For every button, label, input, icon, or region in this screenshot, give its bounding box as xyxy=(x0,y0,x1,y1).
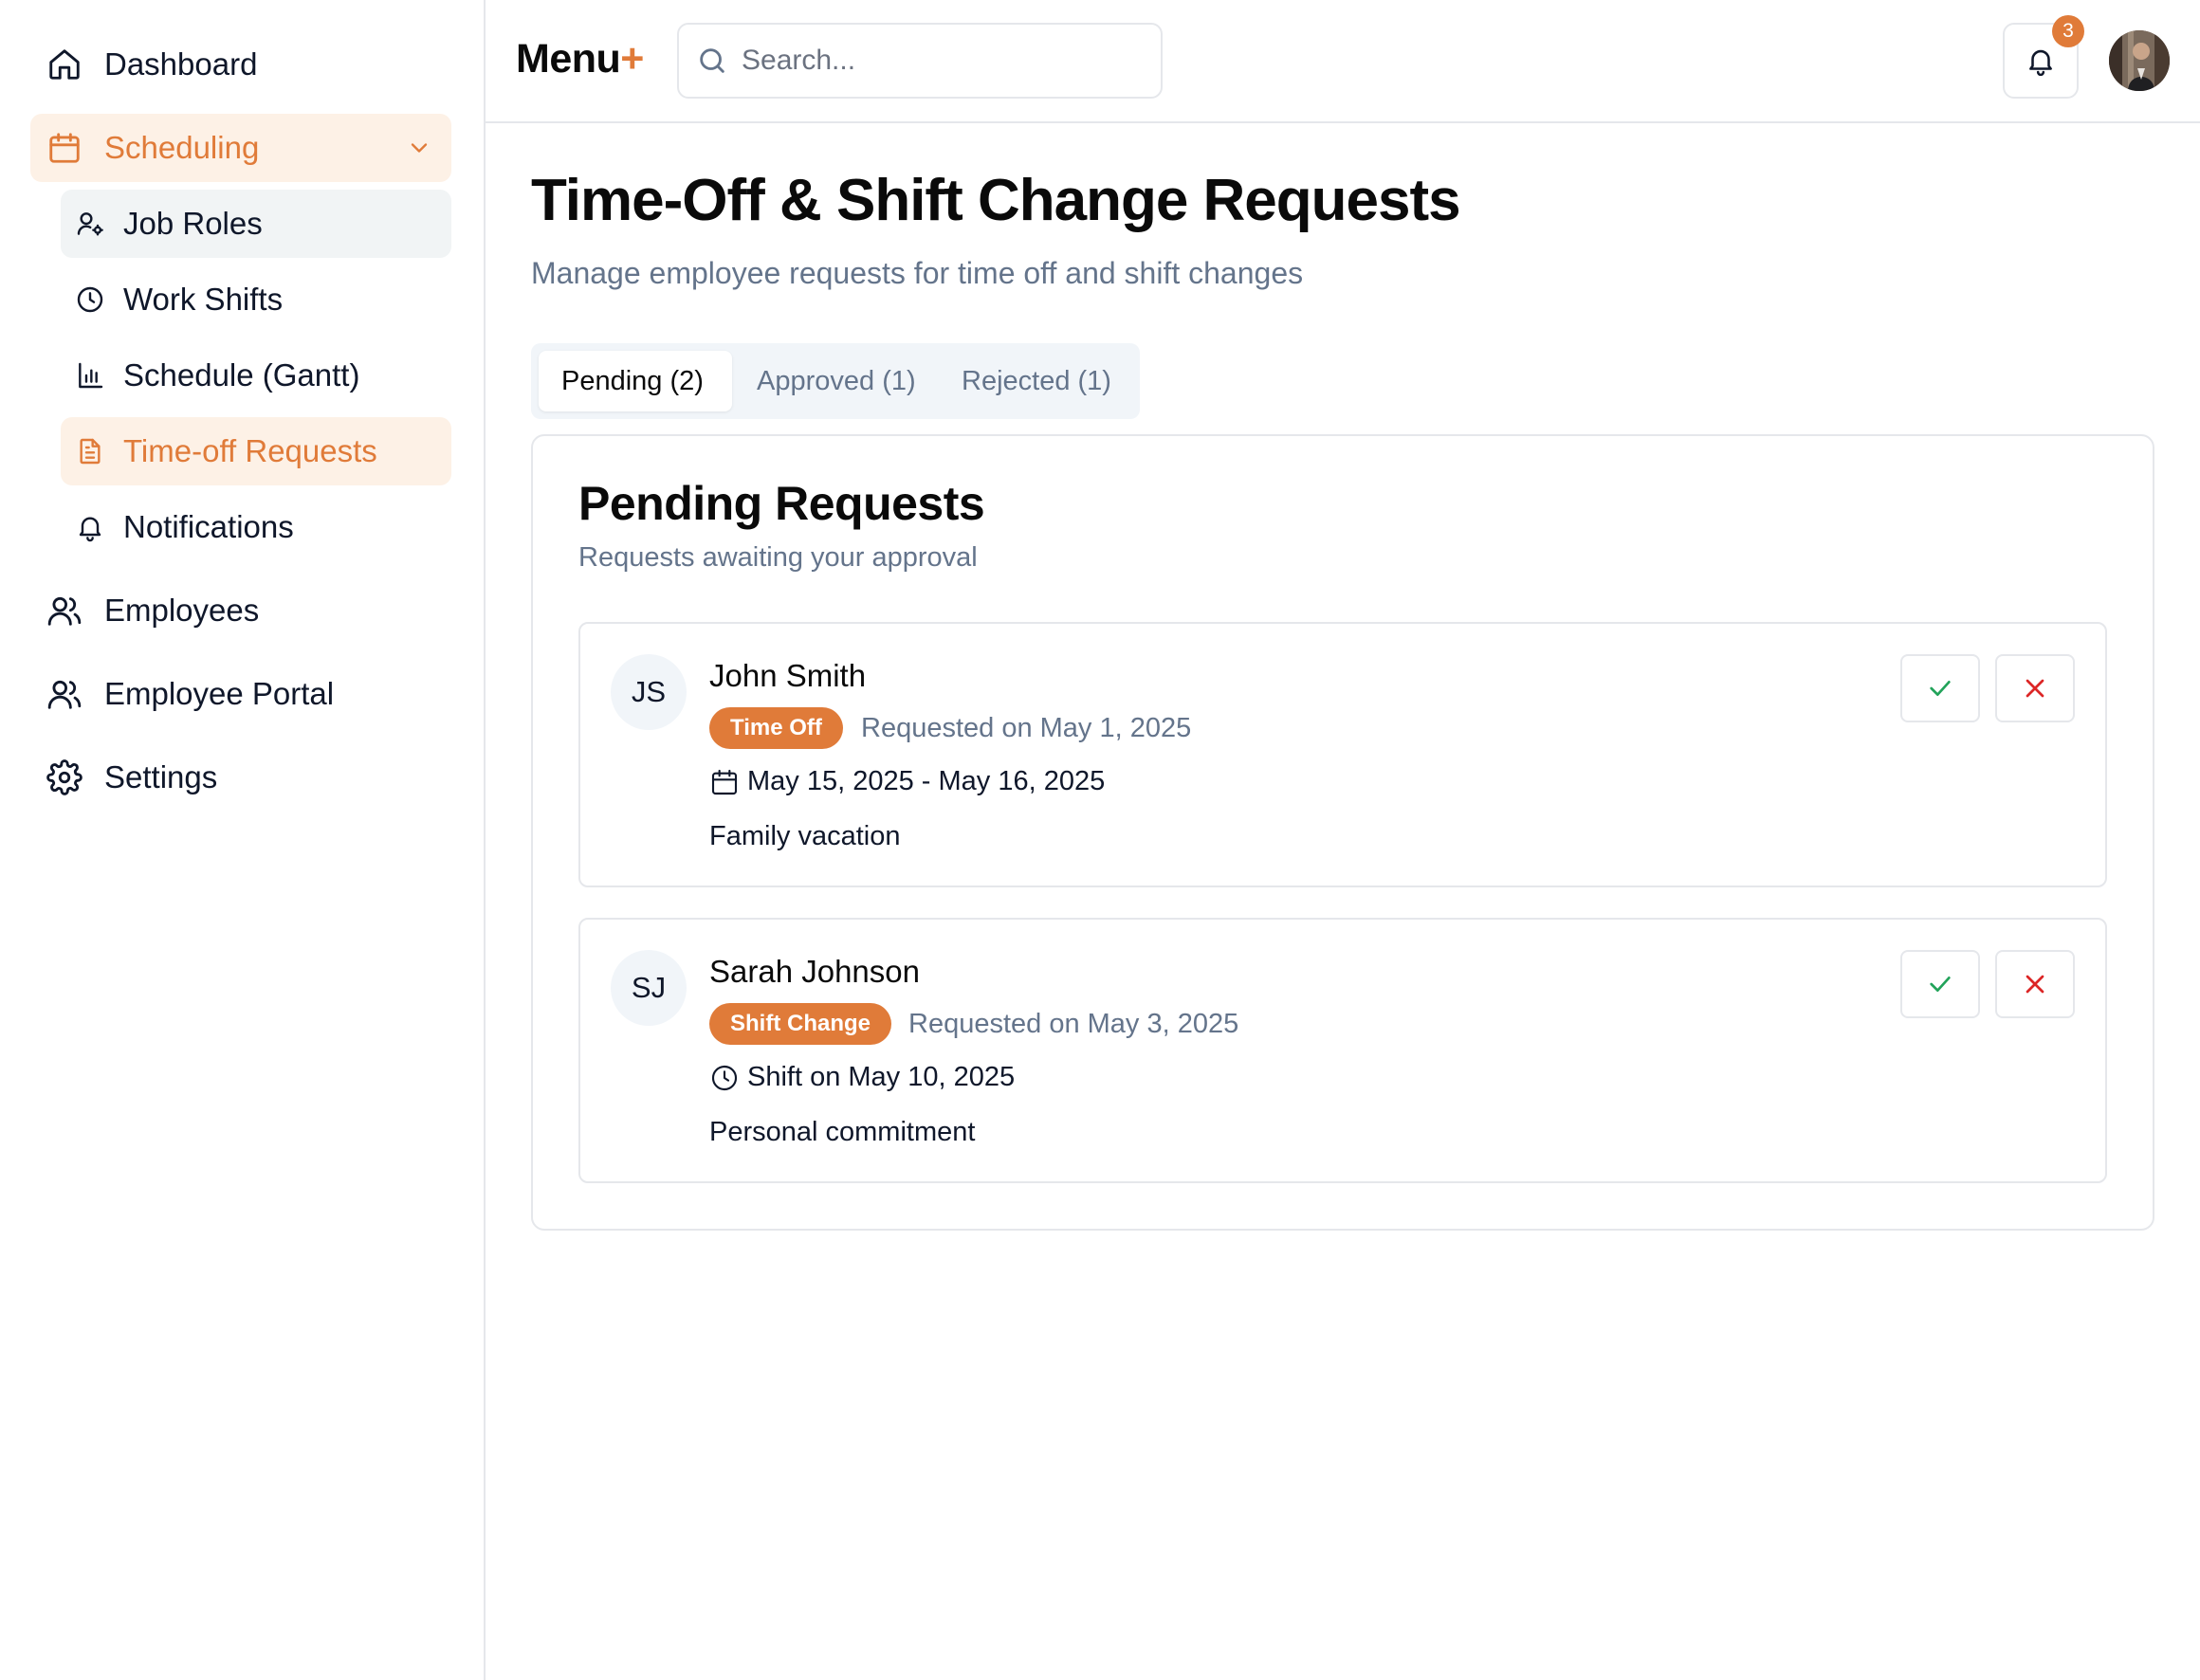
reject-button[interactable] xyxy=(1995,950,2075,1018)
notification-count-badge: 3 xyxy=(2052,15,2084,47)
calendar-icon xyxy=(711,769,738,794)
gear-icon xyxy=(46,758,83,796)
request-reason: Personal commitment xyxy=(709,1117,976,1147)
avatar: SJ xyxy=(611,950,687,1026)
sidebar-item-label: Schedule (Gantt) xyxy=(123,357,360,393)
close-icon xyxy=(2026,679,2044,698)
sidebar-item-employees[interactable]: Employees xyxy=(30,576,451,645)
request-detail: May 15, 2025 - May 16, 2025 xyxy=(709,766,1105,797)
request-date: Requested on May 3, 2025 xyxy=(908,1009,1239,1039)
calendar-icon xyxy=(46,129,83,167)
requester-name: Sarah Johnson xyxy=(709,954,920,989)
sidebar-item-label: Scheduling xyxy=(104,130,260,165)
sidebar-item-scheduling[interactable]: Scheduling xyxy=(30,114,451,182)
sidebar-item-label: Settings xyxy=(104,759,218,794)
bar-chart-icon xyxy=(74,359,106,392)
user-cog-icon xyxy=(74,208,106,240)
request-reason: Family vacation xyxy=(709,821,901,851)
sidebar-item-label: Job Roles xyxy=(123,206,263,241)
tab-approved[interactable]: Approved (1) xyxy=(751,351,916,411)
tab-pending[interactable]: Pending (2) xyxy=(539,351,732,411)
card-title: Pending Requests xyxy=(578,477,985,530)
sidebar-item-label: Notifications xyxy=(123,509,294,544)
brand-logo[interactable]: Menu+ xyxy=(516,36,644,82)
clock-icon xyxy=(711,1065,738,1090)
request-type-badge: Shift Change xyxy=(709,1003,891,1045)
approve-button[interactable] xyxy=(1900,950,1980,1018)
file-text-icon xyxy=(74,435,106,467)
top-header: Menu+ 3 xyxy=(486,0,2200,123)
users-icon xyxy=(46,675,83,713)
bell-icon xyxy=(2029,49,2052,77)
clock-icon xyxy=(74,283,106,316)
sidebar-item-schedule-gantt[interactable]: Schedule (Gantt) xyxy=(61,341,451,410)
request-detail-text: May 15, 2025 - May 16, 2025 xyxy=(747,766,1106,796)
sidebar-item-label: Time-off Requests xyxy=(123,433,377,468)
sidebar-item-label: Employee Portal xyxy=(104,676,335,711)
search-input[interactable] xyxy=(742,45,1140,77)
avatar-photo xyxy=(2109,30,2170,91)
brand-text: Menu xyxy=(516,36,621,82)
home-icon xyxy=(46,46,83,83)
check-icon xyxy=(1930,681,1951,696)
sidebar-item-dashboard[interactable]: Dashboard xyxy=(30,30,451,99)
sidebar: Dashboard Scheduling Job Roles Work Shif… xyxy=(0,0,486,1680)
reject-button[interactable] xyxy=(1995,654,2075,722)
sidebar-item-time-off-requests[interactable]: Time-off Requests xyxy=(61,417,451,485)
request-detail: Shift on May 10, 2025 xyxy=(709,1062,1015,1093)
sidebar-item-label: Dashboard xyxy=(104,46,258,82)
request-tabs: Pending (2) Approved (1) Rejected (1) xyxy=(531,343,1140,419)
chevron-down-icon xyxy=(411,143,428,153)
requester-name: John Smith xyxy=(709,658,867,693)
sidebar-item-label: Work Shifts xyxy=(123,282,284,317)
sidebar-item-employee-portal[interactable]: Employee Portal xyxy=(30,660,451,728)
request-detail-text: Shift on May 10, 2025 xyxy=(747,1062,1016,1092)
user-avatar[interactable] xyxy=(2109,30,2170,91)
request-date: Requested on May 1, 2025 xyxy=(861,713,1192,743)
page-subtitle: Manage employee requests for time off an… xyxy=(531,256,1304,290)
users-icon xyxy=(46,592,83,630)
sidebar-item-notifications[interactable]: Notifications xyxy=(61,493,451,561)
card-subtitle: Requests awaiting your approval xyxy=(578,542,978,573)
tab-rejected[interactable]: Rejected (1) xyxy=(944,351,1111,411)
close-icon xyxy=(2026,975,2044,994)
sidebar-item-work-shifts[interactable]: Work Shifts xyxy=(61,265,451,334)
sidebar-item-label: Employees xyxy=(104,593,260,628)
search-icon xyxy=(700,48,724,73)
sidebar-item-settings[interactable]: Settings xyxy=(30,743,451,812)
brand-plus: + xyxy=(620,36,644,82)
bell-icon xyxy=(74,511,106,543)
request-type-badge: Time Off xyxy=(709,707,843,749)
avatar: JS xyxy=(611,654,687,730)
sidebar-item-job-roles[interactable]: Job Roles xyxy=(61,190,451,258)
check-icon xyxy=(1930,977,1951,992)
approve-button[interactable] xyxy=(1900,654,1980,722)
search-box[interactable] xyxy=(677,23,1163,99)
page-title: Time-Off & Shift Change Requests xyxy=(531,168,1461,233)
